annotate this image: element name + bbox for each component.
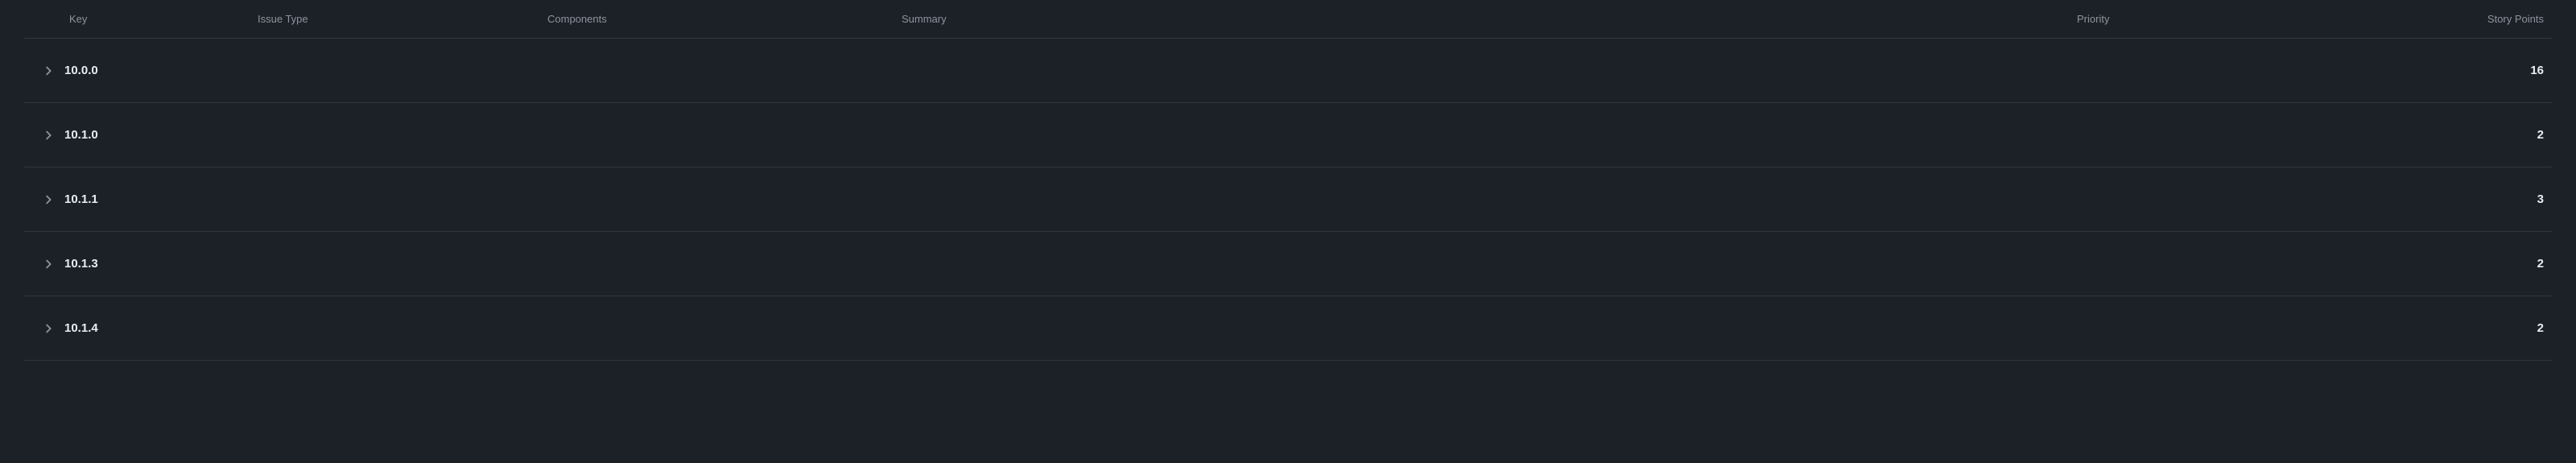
group-story-points: 2 [2423,128,2552,142]
group-label: 10.1.0 [64,128,98,142]
group-row-left: 10.0.0 [24,64,2423,77]
column-header-components[interactable]: Components [547,13,902,25]
group-label: 10.0.0 [64,64,98,77]
column-header-key[interactable]: Key [24,13,258,25]
group-story-points: 2 [2423,321,2552,335]
group-row[interactable]: 10.1.1 3 [24,167,2552,232]
group-row[interactable]: 10.1.3 2 [24,232,2552,296]
table-header-row: Key Issue Type Components Summary Priori… [24,0,2552,39]
group-story-points: 3 [2423,192,2552,206]
group-row[interactable]: 10.1.4 2 [24,296,2552,361]
chevron-right-icon [42,129,55,142]
group-row-left: 10.1.1 [24,192,2423,206]
group-row[interactable]: 10.0.0 16 [24,39,2552,103]
group-row-left: 10.1.3 [24,257,2423,271]
chevron-right-icon [42,64,55,77]
group-row-left: 10.1.4 [24,321,2423,335]
column-header-summary[interactable]: Summary [902,13,2077,25]
group-label: 10.1.1 [64,192,98,206]
group-row-left: 10.1.0 [24,128,2423,142]
column-header-story-points[interactable]: Story Points [2423,13,2552,25]
chevron-right-icon [42,322,55,335]
chevron-right-icon [42,193,55,206]
issues-table: Key Issue Type Components Summary Priori… [24,0,2552,361]
column-header-issue-type[interactable]: Issue Type [258,13,547,25]
group-story-points: 2 [2423,257,2552,271]
column-header-priority[interactable]: Priority [2077,13,2423,25]
group-story-points: 16 [2423,64,2552,77]
chevron-right-icon [42,258,55,271]
group-label: 10.1.4 [64,321,98,335]
group-label: 10.1.3 [64,257,98,271]
group-row[interactable]: 10.1.0 2 [24,103,2552,167]
